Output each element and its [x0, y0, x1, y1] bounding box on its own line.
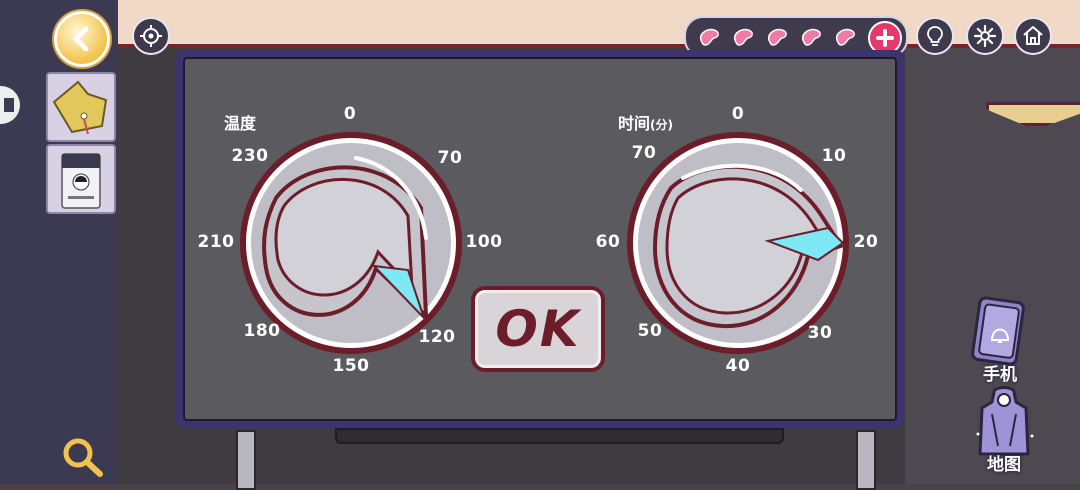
temp-tick-100: 100 [465, 232, 503, 252]
time-tick-20: 20 [853, 232, 879, 252]
hint-button[interactable] [916, 17, 954, 55]
gear-icon [973, 24, 997, 48]
temp-tick-210: 210 [197, 232, 235, 252]
bean-icon [835, 28, 855, 46]
target-icon [140, 25, 162, 47]
temp-tick-150: 150 [332, 356, 370, 376]
time-tick-30: 30 [807, 323, 833, 343]
bean-icon [733, 28, 753, 46]
temp-tick-0: 0 [343, 104, 357, 124]
phone-label: 手机 [983, 365, 1017, 385]
time-tick-70: 70 [631, 143, 657, 163]
time-tick-10: 10 [821, 146, 847, 166]
ok-button[interactable]: OK [471, 286, 605, 372]
inventory-slot-id-badge[interactable] [46, 144, 116, 214]
map-icon [976, 386, 1034, 456]
temp-tick-70: 70 [437, 148, 463, 168]
map-button[interactable]: 地图 [972, 384, 1036, 480]
id-badge-icon [61, 153, 101, 209]
map-label: 地图 [987, 455, 1021, 475]
time-tick-0: 0 [731, 104, 745, 124]
yellow-tag-icon [52, 80, 108, 135]
search-icon [63, 438, 103, 477]
phone-icon [971, 296, 1025, 366]
table-leg-left [236, 430, 256, 490]
bean-icon [767, 28, 787, 46]
temp-tick-180: 180 [243, 321, 281, 341]
temp-tick-230: 230 [231, 146, 269, 166]
locate-button[interactable] [132, 17, 170, 55]
time-tick-60: 60 [595, 232, 621, 252]
back-icon [73, 26, 89, 52]
lightbulb-icon [927, 26, 943, 46]
temp-tick-120: 120 [418, 327, 456, 347]
back-button[interactable] [54, 11, 110, 67]
time-tick-50: 50 [637, 321, 663, 341]
ok-button-label: OK [495, 300, 581, 358]
home-button[interactable] [1014, 17, 1052, 55]
settings-button[interactable] [966, 17, 1004, 55]
table-leg-right [856, 430, 876, 490]
inventory-slot-yellow-tag[interactable] [46, 72, 116, 142]
home-icon [1023, 26, 1043, 45]
counter-drawer [335, 428, 784, 444]
phone-button[interactable]: 手机 [968, 296, 1032, 385]
time-tick-40: 40 [725, 356, 751, 376]
bean-icon [699, 28, 719, 46]
bean-icon [801, 28, 821, 46]
search-button[interactable] [60, 436, 108, 480]
